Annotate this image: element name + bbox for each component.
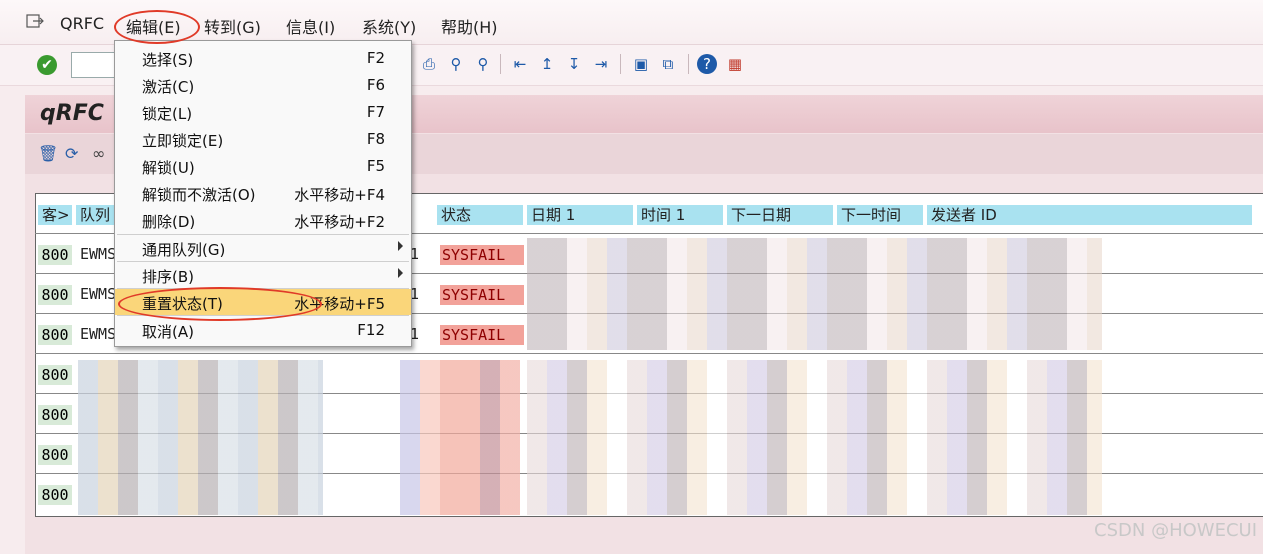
exit-icon[interactable] — [26, 14, 44, 28]
menu-qrfc[interactable]: QRFC — [60, 14, 104, 33]
column-header-queue[interactable]: 队列 — [76, 205, 116, 225]
table-row-queue[interactable]: EWMS — [80, 245, 116, 263]
menu-item-select[interactable]: 选择(S) F2 — [115, 45, 411, 71]
redacted-area — [78, 360, 323, 515]
submenu-arrow-icon — [398, 241, 403, 251]
redacted-area — [527, 360, 1102, 515]
check-icon[interactable]: ✔ — [37, 55, 57, 75]
table-row-client[interactable]: 800 — [38, 285, 72, 305]
glasses-icon[interactable]: ∞ — [92, 144, 105, 163]
menu-item-unlock-without-activate[interactable]: 解锁而不激活(O) 水平移动+F4 — [115, 180, 411, 206]
annotation-circle — [118, 287, 322, 321]
menu-item-activate[interactable]: 激活(C) F6 — [115, 72, 411, 98]
column-header-next-date[interactable]: 下一日期 — [727, 205, 833, 225]
column-header-time1[interactable]: 时间 1 — [637, 205, 723, 225]
submenu-arrow-icon — [398, 268, 403, 278]
table-row-client[interactable]: 800 — [38, 405, 72, 425]
column-header-next-time[interactable]: 下一时间 — [837, 205, 923, 225]
menu-item-lock[interactable]: 锁定(L) F7 — [115, 99, 411, 125]
table-row-client[interactable]: 800 — [38, 325, 72, 345]
last-page-icon[interactable]: ⇥ — [590, 53, 612, 75]
table-row-queue[interactable]: EWMS — [80, 285, 116, 303]
menu-item-unlock[interactable]: 解锁(U) F5 — [115, 153, 411, 179]
create-session-icon[interactable]: ▣ — [630, 53, 652, 75]
table-row-client[interactable]: 800 — [38, 445, 72, 465]
menu-item-lock-immediately[interactable]: 立即锁定(E) F8 — [115, 126, 411, 152]
column-header-client[interactable]: 客> — [38, 205, 72, 225]
menu-help[interactable]: 帮助(H) — [441, 14, 498, 38]
delete-icon[interactable]: 🗑 — [38, 144, 58, 163]
table-row-queue[interactable]: EWMS — [80, 325, 116, 343]
layout-icon[interactable]: ▦ — [724, 53, 746, 75]
table-row-client[interactable]: 800 — [38, 365, 72, 385]
previous-page-icon[interactable]: ↥ — [536, 53, 558, 75]
menu-goto[interactable]: 转到(G) — [204, 14, 261, 38]
menu-item-cancel[interactable]: 取消(A) F12 — [115, 317, 411, 343]
print-icon[interactable]: ⎙ — [418, 53, 440, 75]
command-field[interactable] — [71, 52, 119, 78]
redacted-area — [400, 360, 520, 515]
watermark: CSDN @HOWECUI — [1094, 520, 1257, 541]
menu-item-delete[interactable]: 删除(D) 水平移动+F2 — [115, 207, 411, 233]
column-header-date1[interactable]: 日期 1 — [527, 205, 633, 225]
column-header-status[interactable]: 状态 — [437, 205, 523, 225]
menu-info[interactable]: 信息(I) — [286, 14, 335, 38]
next-page-icon[interactable]: ↧ — [563, 53, 585, 75]
status-badge: SYSFAIL — [440, 285, 524, 305]
menu-item-sort[interactable]: 排序(B) — [115, 262, 411, 288]
help-icon[interactable]: ? — [697, 54, 717, 74]
menu-item-generic-queue[interactable]: 通用队列(G) — [115, 235, 411, 261]
column-header-sender-id[interactable]: 发送者 ID — [927, 205, 1252, 225]
first-page-icon[interactable]: ⇤ — [509, 53, 531, 75]
menu-system[interactable]: 系统(Y) — [362, 14, 416, 38]
table-row-client[interactable]: 800 — [38, 245, 72, 265]
find-icon[interactable]: ⚲ — [445, 53, 467, 75]
find-next-icon[interactable]: ⚲ — [472, 53, 494, 75]
refresh-icon[interactable]: ⟳ — [65, 144, 78, 163]
redacted-area — [527, 238, 1102, 350]
status-badge: SYSFAIL — [440, 245, 524, 265]
page-title: qRFC — [40, 101, 104, 126]
table-row-client[interactable]: 800 — [38, 485, 72, 505]
annotation-circle — [114, 10, 200, 44]
shortcut-icon[interactable]: ⧉ — [657, 53, 679, 75]
status-badge: SYSFAIL — [440, 325, 524, 345]
